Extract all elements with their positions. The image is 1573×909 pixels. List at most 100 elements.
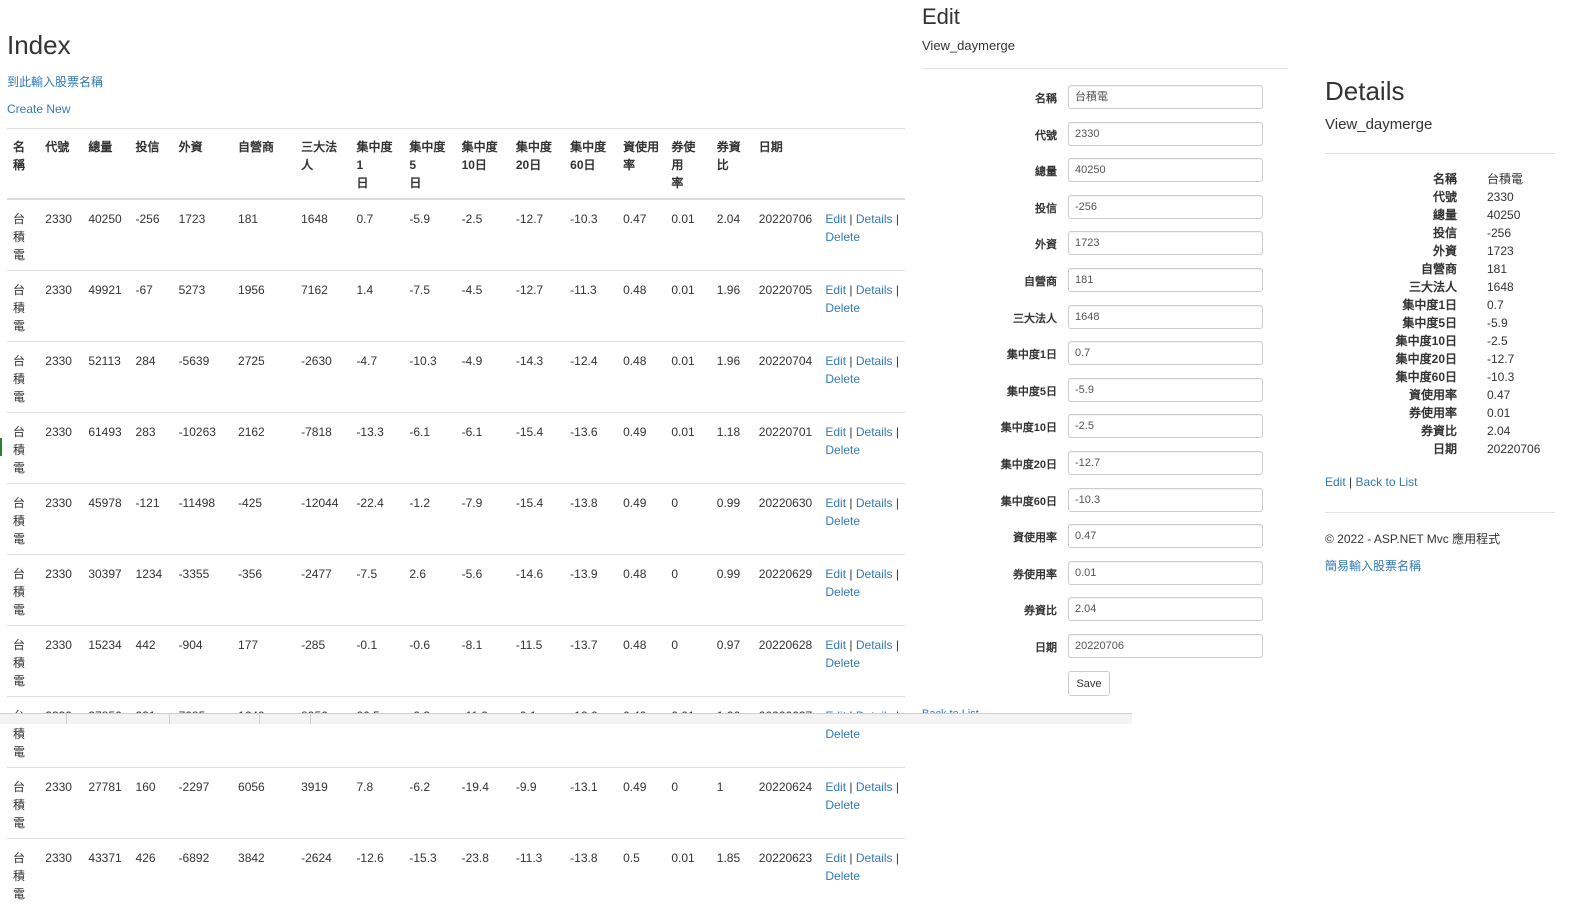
field-input[interactable]: 0.01 bbox=[1068, 561, 1263, 585]
row-actions: Edit | Details | Delete bbox=[819, 484, 905, 555]
row-delete-link[interactable]: Delete bbox=[825, 869, 860, 883]
field-input[interactable]: -10.3 bbox=[1068, 488, 1263, 512]
table-cell: 0.47 bbox=[617, 199, 665, 271]
field-input[interactable]: 20220706 bbox=[1068, 634, 1263, 658]
input-stock-name-link[interactable]: 到此輸入股票名稱 bbox=[7, 73, 103, 90]
form-row: 集中度20日-12.7 bbox=[912, 451, 1282, 477]
table-cell: 台積電 bbox=[7, 697, 39, 768]
row-details-link[interactable]: Details bbox=[856, 851, 893, 865]
row-action-separator: | bbox=[893, 496, 899, 510]
field-input[interactable]: 1723 bbox=[1068, 231, 1263, 255]
detail-label: 投信 bbox=[1433, 224, 1457, 242]
row-edit-link[interactable]: Edit bbox=[825, 780, 846, 794]
table-cell: 0.97 bbox=[711, 626, 753, 697]
table-cell: 1.18 bbox=[711, 413, 753, 484]
table-cell: -15.3 bbox=[403, 839, 455, 909]
row-details-link[interactable]: Details bbox=[856, 567, 893, 581]
field-label: 券使用率 bbox=[1013, 566, 1057, 582]
table-cell: 0 bbox=[665, 484, 710, 555]
row-delete-link[interactable]: Delete bbox=[825, 230, 860, 244]
table-cell: -12.7 bbox=[510, 199, 564, 271]
row-delete-link[interactable]: Delete bbox=[825, 727, 860, 741]
index-panel: Index 到此輸入股票名稱 Create New 名稱代號總量投信外資自營商三… bbox=[0, 0, 915, 723]
column-header-text: 人 bbox=[301, 158, 313, 172]
detail-row: 集中度5日-5.9 bbox=[1312, 314, 1573, 332]
table-cell: 2162 bbox=[232, 413, 295, 484]
row-edit-link[interactable]: Edit bbox=[825, 567, 846, 581]
column-header: 名稱 bbox=[7, 129, 39, 200]
table-cell: 0.5 bbox=[617, 839, 665, 909]
field-input[interactable]: -2.5 bbox=[1068, 414, 1263, 438]
row-details-link[interactable]: Details bbox=[856, 354, 893, 368]
row-delete-link[interactable]: Delete bbox=[825, 656, 860, 670]
field-input[interactable]: 2.04 bbox=[1068, 597, 1263, 621]
table-cell: 20220629 bbox=[753, 555, 820, 626]
column-header: 券使用率 bbox=[665, 129, 710, 200]
row-details-link[interactable]: Details bbox=[856, 496, 893, 510]
row-delete-link[interactable]: Delete bbox=[825, 798, 860, 812]
table-cell: 20220628 bbox=[753, 626, 820, 697]
table-cell: 0.48 bbox=[617, 555, 665, 626]
row-details-link[interactable]: Details bbox=[856, 638, 893, 652]
field-input[interactable]: -256 bbox=[1068, 195, 1263, 219]
field-input[interactable]: 0.7 bbox=[1068, 341, 1263, 365]
easy-input-stock-link[interactable]: 簡易輸入股票名稱 bbox=[1325, 557, 1421, 574]
field-input[interactable]: 0.47 bbox=[1068, 524, 1263, 548]
table-cell: 台積電 bbox=[7, 484, 39, 555]
details-back-to-list-link[interactable]: Back to List bbox=[1355, 475, 1417, 489]
row-action-separator: | bbox=[893, 212, 899, 226]
row-edit-link[interactable]: Edit bbox=[825, 425, 846, 439]
table-cell: 181 bbox=[232, 199, 295, 271]
row-action-separator: | bbox=[846, 638, 856, 652]
detail-row: 集中度20日-12.7 bbox=[1312, 350, 1573, 368]
field-input[interactable]: 2330 bbox=[1068, 122, 1263, 146]
row-details-link[interactable]: Details bbox=[856, 780, 893, 794]
row-edit-link[interactable]: Edit bbox=[825, 851, 846, 865]
field-label: 代號 bbox=[1035, 127, 1057, 143]
table-cell: 3842 bbox=[232, 839, 295, 909]
detail-row: 集中度60日-10.3 bbox=[1312, 368, 1573, 386]
row-delete-link[interactable]: Delete bbox=[825, 372, 860, 386]
detail-row: 三大法人1648 bbox=[1312, 278, 1573, 296]
table-cell: 0.01 bbox=[665, 413, 710, 484]
row-details-link[interactable]: Details bbox=[856, 212, 893, 226]
row-details-link[interactable]: Details bbox=[856, 425, 893, 439]
table-cell: 49921 bbox=[82, 271, 129, 342]
row-edit-link[interactable]: Edit bbox=[825, 212, 846, 226]
create-new-link[interactable]: Create New bbox=[7, 102, 70, 116]
field-input[interactable]: -5.9 bbox=[1068, 378, 1263, 402]
table-cell: 20220701 bbox=[753, 413, 820, 484]
row-edit-link[interactable]: Edit bbox=[825, 496, 846, 510]
row-delete-link[interactable]: Delete bbox=[825, 514, 860, 528]
save-button[interactable]: Save bbox=[1068, 671, 1110, 696]
table-cell: 0.49 bbox=[617, 697, 665, 768]
row-delete-link[interactable]: Delete bbox=[825, 443, 860, 457]
details-edit-link[interactable]: Edit bbox=[1325, 475, 1346, 489]
detail-value: 1648 bbox=[1487, 278, 1514, 296]
row-edit-link[interactable]: Edit bbox=[825, 638, 846, 652]
field-input[interactable]: 40250 bbox=[1068, 158, 1263, 182]
field-input[interactable]: 1648 bbox=[1068, 305, 1263, 329]
table-cell: -12.6 bbox=[350, 839, 403, 909]
field-input[interactable]: 台積電 bbox=[1068, 85, 1263, 109]
field-input[interactable]: 181 bbox=[1068, 268, 1263, 292]
table-cell: -6.1 bbox=[456, 413, 510, 484]
row-delete-link[interactable]: Delete bbox=[825, 585, 860, 599]
table-cell: 2330 bbox=[39, 839, 82, 909]
field-input[interactable]: -12.7 bbox=[1068, 451, 1263, 475]
row-details-link[interactable]: Details bbox=[856, 283, 893, 297]
row-action-separator: | bbox=[846, 567, 856, 581]
table-cell: 426 bbox=[130, 839, 173, 909]
row-edit-link[interactable]: Edit bbox=[825, 354, 846, 368]
table-cell: 0.49 bbox=[617, 768, 665, 839]
table-cell: 台積電 bbox=[7, 342, 39, 413]
detail-label: 集中度5日 bbox=[1402, 314, 1457, 332]
table-cell: -23.8 bbox=[456, 839, 510, 909]
row-edit-link[interactable]: Edit bbox=[825, 283, 846, 297]
detail-label: 自營商 bbox=[1421, 260, 1457, 278]
row-delete-link[interactable]: Delete bbox=[825, 301, 860, 315]
row-actions: Edit | Details | Delete bbox=[819, 199, 905, 271]
table-cell: -11498 bbox=[173, 484, 232, 555]
table-cell: 3919 bbox=[295, 768, 350, 839]
table-cell: 0.99 bbox=[711, 484, 753, 555]
